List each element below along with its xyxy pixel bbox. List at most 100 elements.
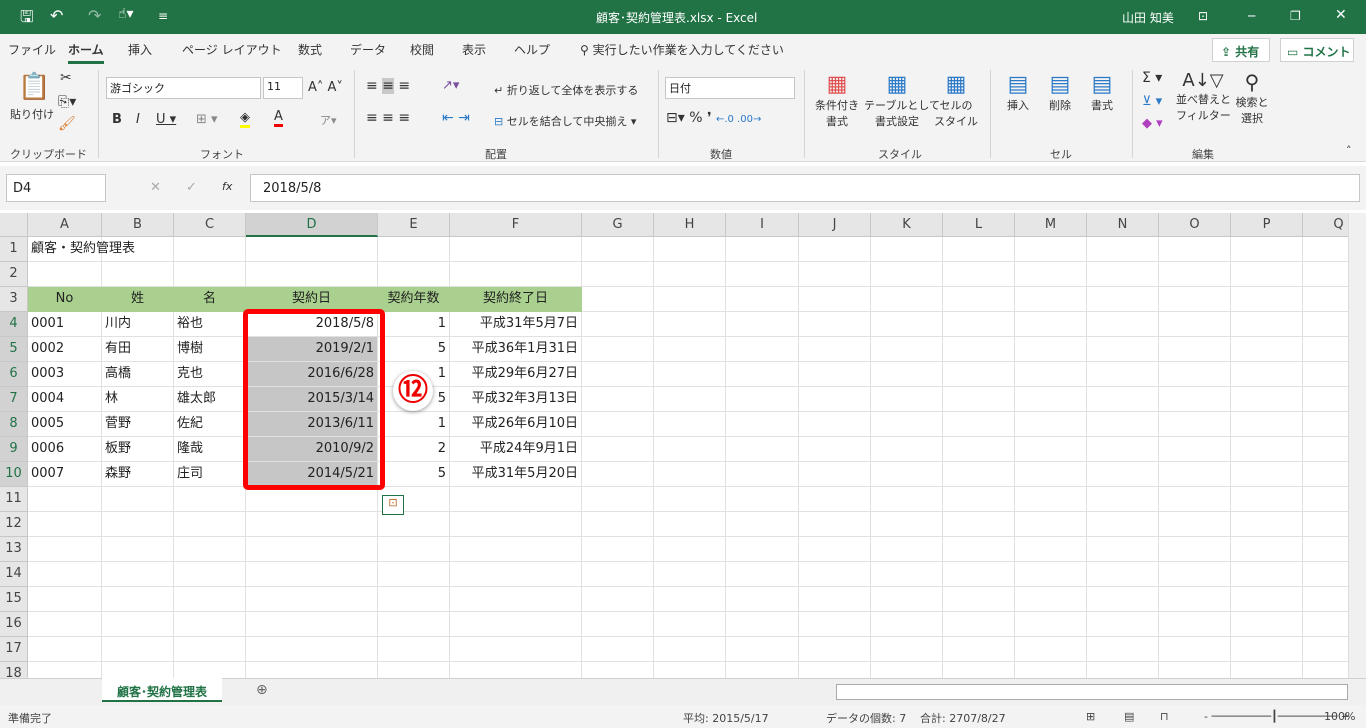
cell[interactable]	[1015, 337, 1087, 362]
cell[interactable]	[28, 637, 102, 662]
user-name[interactable]: 山田 知美	[1122, 9, 1174, 26]
cell[interactable]	[1231, 612, 1303, 637]
table-cell[interactable]: 板野	[102, 437, 174, 462]
table-cell[interactable]: 平成32年3月13日	[450, 387, 582, 412]
cell[interactable]	[174, 587, 246, 612]
column-header[interactable]: F	[450, 213, 582, 237]
cell[interactable]	[1087, 562, 1159, 587]
find-select-button[interactable]: ⚲ 検索と 選択	[1234, 70, 1270, 126]
cell[interactable]	[943, 612, 1015, 637]
cell[interactable]	[450, 537, 582, 562]
table-cell[interactable]: 1	[378, 412, 450, 437]
row-header[interactable]: 12	[0, 512, 28, 537]
cell[interactable]	[582, 237, 654, 262]
cell[interactable]	[1015, 237, 1087, 262]
cell[interactable]	[1303, 587, 1348, 612]
cell[interactable]	[582, 612, 654, 637]
cell[interactable]	[654, 537, 726, 562]
cell[interactable]	[654, 512, 726, 537]
table-cell[interactable]: 0006	[28, 437, 102, 462]
table-cell[interactable]: 平成24年9月1日	[450, 437, 582, 462]
cell[interactable]	[450, 612, 582, 637]
quick-analysis-icon[interactable]: ⊡	[382, 495, 404, 515]
table-cell[interactable]: 0001	[28, 312, 102, 337]
column-header[interactable]: I	[726, 213, 799, 237]
cell[interactable]	[943, 512, 1015, 537]
table-header-cell[interactable]: 名	[174, 287, 246, 312]
cell[interactable]	[799, 662, 871, 678]
cell[interactable]	[943, 587, 1015, 612]
bold-icon[interactable]: B	[112, 112, 122, 127]
cell[interactable]	[654, 337, 726, 362]
row-header[interactable]: 3	[0, 287, 28, 312]
borders-icon[interactable]: ⊞ ▾	[196, 112, 218, 127]
cell[interactable]	[654, 237, 726, 262]
table-header-cell[interactable]: 姓	[102, 287, 174, 312]
cell[interactable]	[654, 412, 726, 437]
cell[interactable]	[726, 312, 799, 337]
ribbon-tab[interactable]: ファイル	[8, 41, 56, 58]
cell[interactable]	[246, 537, 378, 562]
cell[interactable]	[1159, 437, 1231, 462]
cell[interactable]	[1087, 237, 1159, 262]
table-cell[interactable]: 佐紀	[174, 412, 246, 437]
cell[interactable]	[1159, 412, 1231, 437]
cell[interactable]	[102, 662, 174, 678]
cell[interactable]	[1159, 462, 1231, 487]
cell[interactable]	[102, 562, 174, 587]
cell[interactable]	[1231, 662, 1303, 678]
table-cell[interactable]: 2	[378, 437, 450, 462]
number-format-select[interactable]: 日付	[665, 77, 795, 99]
vertical-scrollbar[interactable]	[1348, 213, 1366, 678]
cell[interactable]	[1303, 512, 1348, 537]
cell[interactable]	[1087, 462, 1159, 487]
cell[interactable]	[1231, 587, 1303, 612]
column-header[interactable]: N	[1087, 213, 1159, 237]
cell[interactable]	[1015, 287, 1087, 312]
page-layout-icon[interactable]: ▤	[1124, 710, 1134, 723]
cell[interactable]	[1303, 662, 1348, 678]
cell[interactable]	[1303, 462, 1348, 487]
row-header[interactable]: 5	[0, 337, 28, 362]
phonetic-icon[interactable]: ア▾	[320, 112, 337, 128]
cell[interactable]	[654, 462, 726, 487]
cell[interactable]	[450, 587, 582, 612]
cell[interactable]	[450, 562, 582, 587]
italic-icon[interactable]: I	[136, 112, 140, 127]
cell[interactable]	[654, 637, 726, 662]
cell[interactable]	[1303, 637, 1348, 662]
column-header[interactable]: L	[943, 213, 1015, 237]
cell[interactable]	[1303, 437, 1348, 462]
cell[interactable]	[871, 637, 943, 662]
column-header[interactable]: M	[1015, 213, 1087, 237]
cell[interactable]	[1231, 462, 1303, 487]
ribbon-display-icon[interactable]: ⊡	[1198, 9, 1208, 23]
cell[interactable]	[1087, 612, 1159, 637]
cell[interactable]	[1231, 312, 1303, 337]
cell[interactable]	[1303, 412, 1348, 437]
cell[interactable]	[799, 262, 871, 287]
column-header[interactable]: B	[102, 213, 174, 237]
cell[interactable]	[246, 612, 378, 637]
table-cell[interactable]: 博樹	[174, 337, 246, 362]
cell[interactable]	[1015, 537, 1087, 562]
cell[interactable]	[450, 662, 582, 678]
cell[interactable]	[582, 587, 654, 612]
customize-qat-icon[interactable]: ≡	[158, 9, 168, 23]
cell[interactable]	[582, 362, 654, 387]
cell[interactable]	[102, 512, 174, 537]
cell[interactable]	[450, 487, 582, 512]
cell[interactable]	[174, 262, 246, 287]
cell[interactable]	[582, 537, 654, 562]
sort-filter-button[interactable]: A↓▽ 並べ替えと フィルター	[1176, 70, 1231, 123]
redo-icon[interactable]: ↷	[88, 6, 101, 25]
cell[interactable]	[378, 262, 450, 287]
table-cell[interactable]: 平成36年1月31日	[450, 337, 582, 362]
touch-mode-icon[interactable]: ☝▾	[118, 6, 134, 22]
cell[interactable]	[1159, 612, 1231, 637]
cell[interactable]	[1087, 512, 1159, 537]
column-header[interactable]: Q	[1303, 213, 1348, 237]
column-header[interactable]: O	[1159, 213, 1231, 237]
cell[interactable]	[943, 437, 1015, 462]
row-header[interactable]: 13	[0, 537, 28, 562]
